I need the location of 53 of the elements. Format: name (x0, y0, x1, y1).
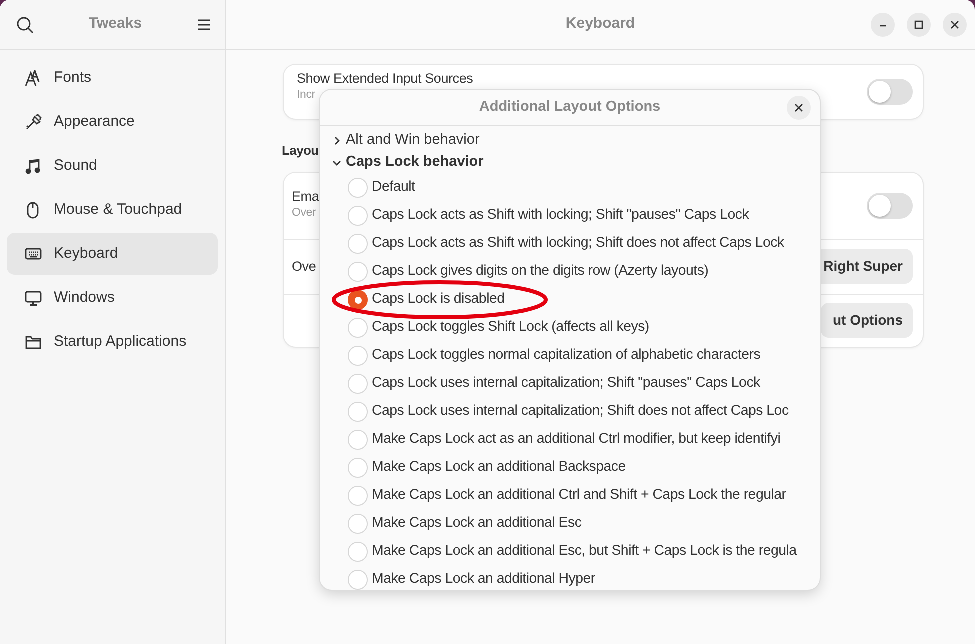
tree-group[interactable]: Alt and Win behavior (332, 130, 820, 152)
option-label: Make Caps Lock an additional Esc, but Shift + Caps Lock is the regula (372, 542, 797, 562)
font-icon (25, 70, 42, 86)
setting-title: Show Extended Input Sources (297, 71, 474, 87)
dialog-title: Additional Layout Options (479, 98, 661, 117)
keyboard-icon (25, 246, 42, 262)
sidebar-item[interactable]: Windows (7, 277, 218, 319)
monitor-icon (25, 290, 42, 306)
option-label: Make Caps Lock an additional Hyper (372, 570, 596, 590)
sidebar-item[interactable]: Appearance (7, 101, 218, 143)
option-label: Make Caps Lock act as an additional Ctrl modifier, but keep identifyi (372, 430, 781, 450)
toggle-switch[interactable] (867, 79, 913, 105)
option-label: Caps Lock acts as Shift with locking; Shift does not affect Caps Lock (372, 234, 784, 254)
chevron-right-icon (332, 136, 342, 146)
sidebar-item[interactable]: Sound (7, 145, 218, 187)
sidebar-title: Tweaks (88, 14, 142, 34)
setting-title: Ove (292, 258, 316, 274)
option-label: Make Caps Lock an additional Backspace (372, 458, 626, 478)
minimize-button[interactable] (871, 13, 895, 37)
option-label: Caps Lock gives digits on the digits row (Azerty layouts) (372, 262, 709, 282)
brush-icon (25, 114, 42, 130)
setting-subtitle: Over (292, 206, 318, 221)
chevron-down-icon (332, 158, 342, 168)
window-title: Keyboard (566, 14, 636, 34)
maximize-button[interactable] (907, 13, 931, 37)
option-label: Make Caps Lock an additional Esc (372, 514, 582, 534)
option-label: Make Caps Lock an additional Ctrl and Shift + Caps Lock the regular (372, 486, 786, 506)
close-icon (949, 19, 961, 31)
close-icon (794, 103, 804, 113)
option-label: Caps Lock uses internal capitalization; Shift does not affect Caps Loc (372, 402, 789, 422)
menu-icon[interactable] (197, 18, 211, 30)
sidebar-item[interactable]: Fonts (7, 57, 218, 99)
option-label: Caps Lock toggles Shift Lock (affects all keys) (372, 318, 650, 338)
option-label: Caps Lock is disabled (372, 290, 505, 310)
setting-button[interactable]: ut Options (821, 303, 913, 338)
sidebar-item[interactable]: Mouse & Touchpad (7, 189, 218, 231)
toggle-switch[interactable] (867, 192, 913, 218)
close-button[interactable] (787, 96, 811, 120)
option-label: Caps Lock toggles normal capitalization of alphabetic characters (372, 346, 761, 366)
tree-group[interactable]: Caps Lock behavior (332, 152, 820, 174)
search-icon[interactable] (16, 16, 34, 34)
sidebar-item[interactable]: Startup Applications (7, 321, 218, 363)
maximize-icon (913, 19, 925, 31)
music-note-icon (25, 158, 42, 174)
section-heading: Layou (282, 142, 320, 160)
close-button[interactable] (943, 13, 967, 37)
folder-icon (25, 334, 42, 350)
option-label: Caps Lock uses internal capitalization; Shift "pauses" Caps Lock (372, 374, 760, 394)
setting-title: Ema (292, 188, 320, 205)
option-label: Default (372, 178, 416, 198)
option-label: Caps Lock acts as Shift with locking; Shift "pauses" Caps Lock (372, 206, 750, 226)
setting-subtitle: Incr (297, 88, 316, 103)
sidebar-item[interactable]: Keyboard (7, 233, 218, 275)
